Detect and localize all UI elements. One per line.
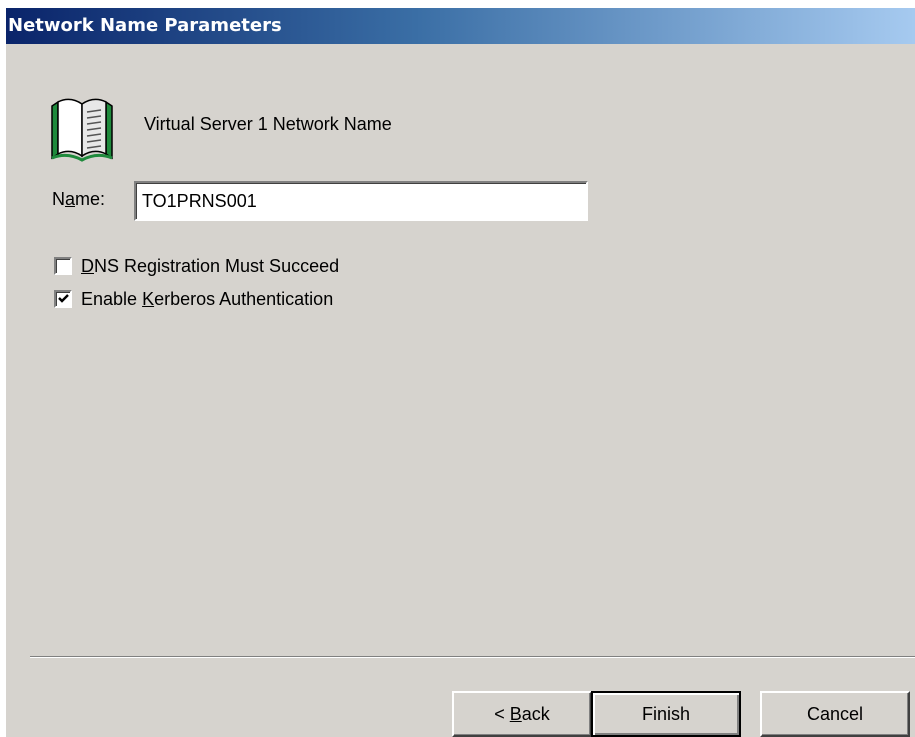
back-label: ack	[521, 704, 550, 724]
kerberos-auth-checkbox-row[interactable]: Enable Kerberos Authentication	[54, 288, 333, 310]
checkmark-icon	[58, 294, 69, 303]
back-button[interactable]: < Back	[452, 691, 592, 737]
resource-name-label: Virtual Server 1 Network Name	[144, 114, 392, 134]
kerberos-label-mnemonic: K	[142, 288, 155, 309]
finish-button[interactable]: Finish	[591, 691, 741, 737]
cancel-button[interactable]: Cancel	[760, 691, 910, 737]
button-separator	[30, 656, 915, 658]
name-input[interactable]	[134, 181, 588, 221]
kerberos-label-text: Enable	[81, 288, 143, 309]
kerberos-auth-checkbox[interactable]	[54, 290, 72, 308]
name-label-part: me:	[75, 189, 106, 209]
name-label-part: N	[52, 189, 65, 209]
dns-registration-checkbox[interactable]	[54, 257, 72, 275]
name-label-mnemonic: a	[65, 189, 76, 209]
wizard-dialog: Network Name Parameters Virtual Server 1…	[6, 8, 915, 737]
dns-registration-checkbox-row[interactable]: DNS Registration Must Succeed	[54, 255, 339, 277]
dns-label-mnemonic: D	[81, 255, 94, 276]
kerberos-auth-label[interactable]: Enable Kerberos Authentication	[81, 289, 333, 310]
page-title: Network Name Parameters	[6, 8, 915, 44]
back-mnemonic: B	[509, 704, 522, 724]
kerberos-label-text: erberos Authentication	[154, 288, 334, 309]
dns-registration-label[interactable]: DNS Registration Must Succeed	[81, 256, 339, 277]
back-prefix: <	[494, 704, 510, 724]
dns-label-text: NS Registration Must Succeed	[94, 255, 340, 276]
book-icon	[51, 98, 113, 162]
name-field-label: Name:	[52, 189, 105, 210]
